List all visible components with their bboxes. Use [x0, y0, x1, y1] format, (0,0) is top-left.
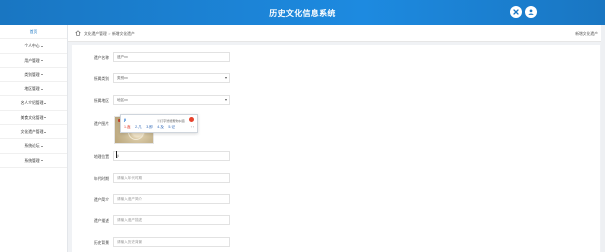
ime-candidates: 1.鑫 2.几 3.即 4.及 5.记	[124, 125, 178, 130]
sidebar-item-label: 首页	[29, 30, 38, 34]
breadcrumb: 文化遗产管理 > 新增文化遗产 新增文化遗产	[68, 25, 605, 42]
ime-candidate[interactable]: 5.记	[168, 125, 175, 129]
sidebar-item-profile[interactable]: 个人中心	[0, 39, 67, 54]
name-input[interactable]: 遗产xx	[113, 52, 230, 62]
chevron-down-icon	[40, 160, 43, 162]
ime-candidate[interactable]: 1.鑫	[124, 125, 131, 129]
sidebar-item-label: 用户管理	[24, 58, 40, 63]
breadcrumb-parent[interactable]: 文化遗产管理	[84, 32, 107, 36]
ime-candidate[interactable]: 4.及	[157, 125, 164, 129]
chevron-down-icon	[40, 45, 43, 47]
sidebar-item-home[interactable]: 首页	[0, 25, 67, 40]
region-select-value: 地区xx	[117, 98, 128, 102]
location-label: 地理位置	[93, 154, 109, 159]
chevron-down-icon	[224, 99, 227, 101]
breadcrumb-current: 新增文化遗产	[112, 31, 135, 36]
category-select-value: 类别xx	[117, 76, 128, 80]
sidebar-item-label: 个人中心	[24, 44, 40, 49]
ime-candidate-window[interactable]: ji ①打字智能帮你纠音 1.鑫 2.几 3.即 4.及 5.记 ‹ ›	[120, 114, 198, 133]
sidebar-item-categories[interactable]: 类别管理	[0, 68, 67, 83]
description-input[interactable]: 请输入遗产描述	[113, 215, 230, 225]
sidebar-item-food[interactable]: 美食文化管理	[0, 111, 67, 126]
sidebar-item-heritage[interactable]: 文化遗产管理	[0, 125, 67, 140]
sidebar: 首页 个人中心 用户管理 类别管理 地区管理 名人介绍管理 美食文化管理 文化遗…	[0, 25, 68, 252]
era-label: 年代时期	[93, 176, 109, 181]
sidebar-item-forum[interactable]: 系统论坛	[0, 139, 67, 154]
page-title: 新增文化遗产	[575, 31, 598, 36]
text-cursor	[116, 151, 117, 158]
sidebar-item-system[interactable]: 系统管理	[0, 154, 67, 168]
chevron-down-icon	[44, 117, 47, 119]
region-label: 所属地区	[93, 98, 109, 103]
top-header: 历史文化信息系统	[0, 0, 605, 25]
ime-candidate[interactable]: 2.几	[135, 125, 142, 129]
scrollbar[interactable]	[601, 25, 605, 252]
sidebar-item-label: 文化遗产管理	[20, 130, 44, 135]
breadcrumb-separator: >	[108, 31, 111, 36]
history-input[interactable]: 请输入历史背景	[113, 237, 230, 247]
history-label: 历史背景	[93, 240, 109, 245]
sidebar-item-label: 美食文化管理	[20, 115, 44, 120]
ime-logo-icon	[189, 117, 194, 122]
category-label: 所属类别	[93, 76, 109, 81]
sidebar-item-label: 系统管理	[24, 158, 40, 163]
ime-composition: ji	[124, 117, 127, 122]
close-icon[interactable]	[510, 6, 522, 18]
intro-input[interactable]: 请输入遗产简介	[113, 194, 230, 204]
name-label: 遗产名称	[93, 55, 109, 60]
sidebar-item-regions[interactable]: 地区管理	[0, 82, 67, 97]
region-select[interactable]: 地区xx	[113, 95, 230, 105]
sidebar-item-label: 类别管理	[24, 72, 40, 77]
sidebar-item-label: 地区管理	[24, 87, 40, 92]
sidebar-item-celebrities[interactable]: 名人介绍管理	[0, 96, 67, 111]
user-icon[interactable]	[525, 6, 537, 18]
chevron-down-icon	[40, 74, 43, 76]
description-label: 遗产描述	[93, 218, 109, 223]
sidebar-item-users[interactable]: 用户管理	[0, 54, 67, 68]
chevron-down-icon	[44, 131, 47, 133]
location-input[interactable]: ji	[113, 151, 230, 161]
chevron-down-icon	[40, 60, 43, 62]
ime-page-nav[interactable]: ‹ ›	[191, 125, 194, 129]
chevron-down-icon	[224, 77, 227, 79]
image-label: 遗产图片	[93, 122, 109, 126]
chevron-down-icon	[40, 145, 43, 147]
ime-hint: ①打字智能帮你纠音	[157, 119, 185, 123]
home-icon[interactable]	[75, 30, 81, 36]
chevron-down-icon	[44, 102, 47, 104]
sidebar-item-label: 系统论坛	[24, 144, 40, 149]
era-input[interactable]: 请输入年代时期	[113, 173, 230, 183]
sidebar-item-label: 名人介绍管理	[20, 101, 44, 106]
chevron-down-icon	[40, 88, 43, 90]
category-select[interactable]: 类别xx	[113, 73, 230, 83]
intro-label: 遗产简介	[93, 197, 109, 202]
ime-candidate[interactable]: 3.即	[146, 125, 153, 129]
add-heritage-form: 遗产名称 遗产xx 所属类别 类别xx 所属地区 地区xx 遗产图片 选择文件 …	[72, 45, 600, 252]
